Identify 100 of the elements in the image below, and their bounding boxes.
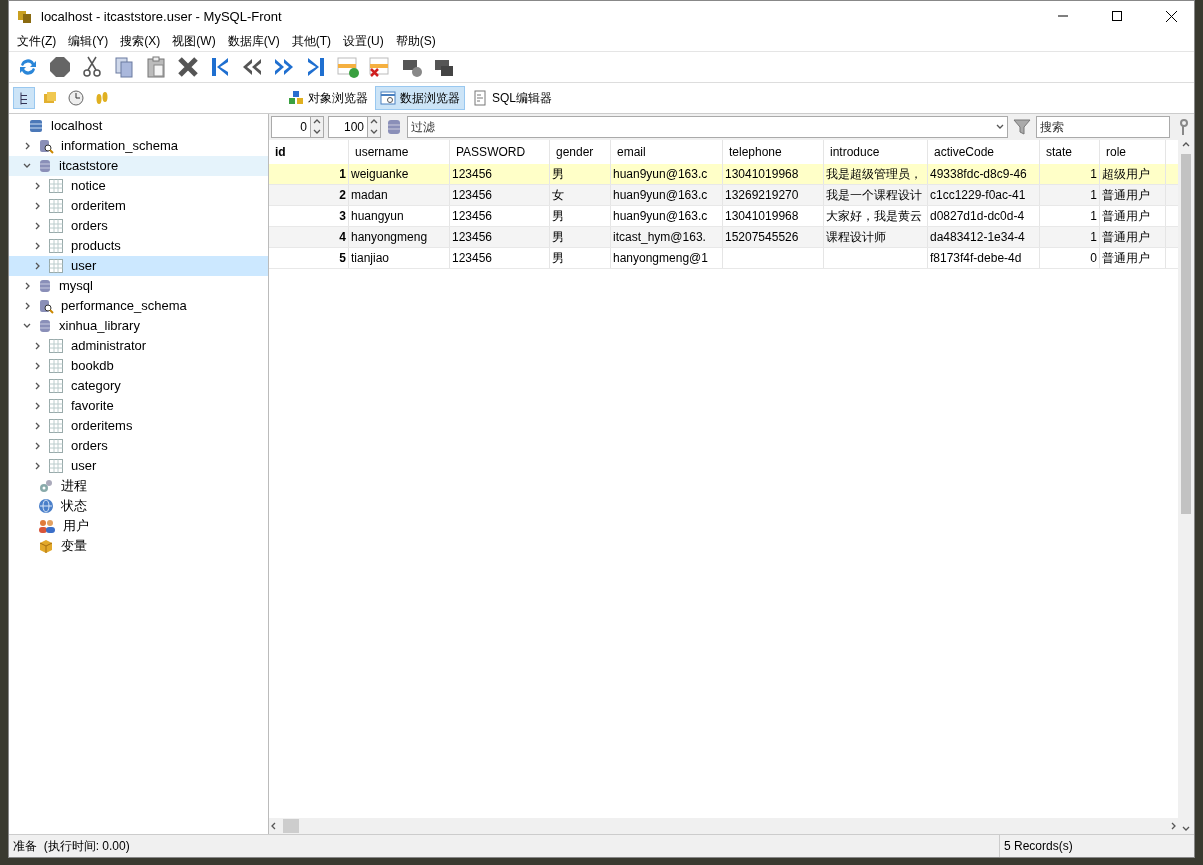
table-cell: 女 (550, 185, 611, 205)
limit-field[interactable]: 100 (328, 116, 368, 138)
table-cell: 超级用户 (1100, 164, 1166, 184)
tree-item[interactable]: information_schema (9, 136, 268, 156)
tree-item[interactable]: administrator (9, 336, 268, 356)
view-tab[interactable]: 数据浏览器 (375, 86, 465, 110)
insert-row-button[interactable] (335, 54, 361, 80)
tree-item[interactable]: user (9, 256, 268, 276)
table-icon (48, 198, 64, 214)
tree-view-button[interactable] (13, 87, 35, 109)
table-cell: 普通用户 (1100, 248, 1166, 268)
gears-icon (38, 478, 54, 494)
database-icon (38, 158, 52, 174)
tree-item[interactable]: notice (9, 176, 268, 196)
tree-item-label: localhost (50, 117, 104, 135)
table-cell: 49338fdc-d8c9-46 (928, 164, 1040, 184)
table-cell: huangyun (349, 206, 450, 226)
table-cell: 13041019968 (723, 206, 824, 226)
tree-item-label: user (70, 257, 98, 275)
table-cell: 13041019968 (723, 164, 824, 184)
tree-item-label: products (70, 237, 122, 255)
table-row[interactable]: 3 huangyun 123456 男 huan9yun@163.c 13041019968 大家好，我是黄云 d0827d1d-dc0d-4 1 普通用户 (269, 206, 1178, 227)
view-tab[interactable]: 对象浏览器 (283, 86, 373, 110)
scrollbar-thumb[interactable] (1181, 154, 1191, 514)
tree-item-label: information_schema (60, 137, 180, 155)
database-icon (38, 318, 52, 334)
tree-item-label: 变量 (60, 537, 88, 555)
record-count: 5 Records(s) (999, 835, 1194, 857)
tree-item[interactable]: orders (9, 436, 268, 456)
tree-item[interactable]: category (9, 376, 268, 396)
tree-item[interactable]: mysql (9, 276, 268, 296)
offset-field[interactable]: 0 (271, 116, 311, 138)
table-row[interactable]: 5 tianjiao 123456 男 hanyongmeng@1 f8173f4f-debe-4d 0 普通用户 (269, 248, 1178, 269)
tree-item[interactable]: orders (9, 216, 268, 236)
tree-item-label: itcaststore (58, 157, 120, 175)
tree-item[interactable]: 状态 (9, 496, 268, 516)
table-row[interactable]: 1 weiguanke 123456 男 huan9yun@163.c 13041019968 我是超级管理员， 49338fdc-d8c9-46 1 超级用户 (269, 164, 1178, 185)
table-cell: 3 (269, 206, 349, 226)
table-icon (48, 178, 64, 194)
table-icon (48, 238, 64, 254)
menu-item[interactable]: 设置(U) (337, 31, 390, 51)
tree-item[interactable]: 进程 (9, 476, 268, 496)
globe-icon (38, 498, 54, 514)
menu-item[interactable]: 数据库(V) (221, 31, 286, 51)
table-cell: f8173f4f-debe-4d (928, 248, 1040, 268)
table-cell: 普通用户 (1100, 227, 1166, 247)
menu-item[interactable]: 视图(W) (166, 31, 222, 51)
tree-item[interactable]: itcaststore (9, 156, 268, 176)
tree-item[interactable]: orderitems (9, 416, 268, 436)
table-cell: 普通用户 (1100, 206, 1166, 226)
tree-item[interactable]: user (9, 456, 268, 476)
table-cell: 我是一个课程设计 (824, 185, 928, 205)
tree-item[interactable]: orderitem (9, 196, 268, 216)
table-row[interactable]: 2 madan 123456 女 huan9yun@163.c 13269219270 我是一个课程设计 c1cc1229-f0ac-41 1 普通用户 (269, 185, 1178, 206)
table-cell: 课程设计师 (824, 227, 928, 247)
table-cell: d0827d1d-dc0d-4 (928, 206, 1040, 226)
database-search-icon (38, 138, 54, 154)
table-icon (48, 418, 64, 434)
menu-item[interactable]: 搜索(X) (114, 31, 167, 51)
table-cell: 大家好，我是黄云 (824, 206, 928, 226)
table-cell: huan9yun@163.c (611, 206, 723, 226)
tree-item[interactable]: bookdb (9, 356, 268, 376)
maximize-icon (1112, 11, 1122, 21)
filter-icon[interactable] (1012, 117, 1032, 137)
tree-item[interactable]: localhost (9, 116, 268, 136)
tree-item[interactable]: performance_schema (9, 296, 268, 316)
table-delete-icon (368, 55, 392, 79)
menu-item[interactable]: 编辑(Y) (62, 31, 115, 51)
spin-buttons[interactable] (311, 116, 324, 138)
menu-item[interactable]: 其他(T) (285, 31, 337, 51)
tree-item-label: performance_schema (60, 297, 188, 315)
scrollbar-thumb[interactable] (283, 819, 299, 833)
stop-button[interactable] (47, 54, 73, 80)
table-cell: 2 (269, 185, 349, 205)
table-cell: 123456 (450, 248, 550, 268)
table-cell: hanyongmeng (349, 227, 450, 247)
table-cell: weiguanke (349, 164, 450, 184)
menu-item[interactable]: 文件(Z) (11, 31, 63, 51)
horizontal-scrollbar[interactable] (269, 818, 1178, 834)
vertical-scrollbar[interactable] (1178, 140, 1194, 834)
database-icon[interactable] (385, 118, 403, 136)
view-tab[interactable]: SQL编辑器 (467, 86, 557, 110)
search-field[interactable]: 搜索 (1036, 116, 1170, 138)
table-cell: huan9yun@163.c (611, 164, 723, 184)
tree-item[interactable]: 变量 (9, 536, 268, 556)
table-cell: 123456 (450, 164, 550, 184)
table-row[interactable]: 4 hanyongmeng 123456 男 itcast_hym@163. 15207545526 课程设计师 da483412-1e34-4 1 普通用户 (269, 227, 1178, 248)
history-button[interactable] (65, 87, 87, 109)
tree-item-label: administrator (70, 337, 148, 355)
tree-item[interactable]: xinhua_library (9, 316, 268, 336)
menu-item[interactable]: 帮助(S) (389, 31, 442, 51)
table-cell: 男 (550, 227, 611, 247)
copy-icon (112, 55, 136, 79)
spin-buttons[interactable] (368, 116, 381, 138)
status-message: 准备 (执行时间: 0.00) (12, 837, 131, 855)
tree-item[interactable]: favorite (9, 396, 268, 416)
footprints-icon (94, 90, 110, 106)
tree-item[interactable]: products (9, 236, 268, 256)
table-cell: huan9yun@163.c (611, 185, 723, 205)
tree-item[interactable]: 用户 (9, 516, 268, 536)
